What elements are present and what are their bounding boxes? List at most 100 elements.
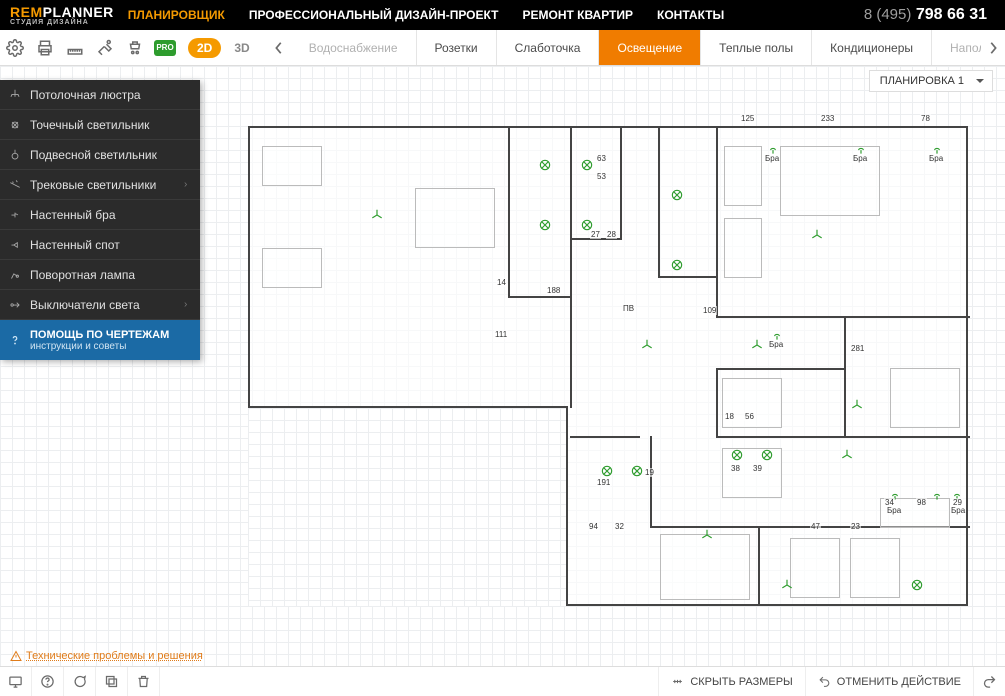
- light-fixture[interactable]: [640, 338, 654, 352]
- furniture: [890, 368, 960, 428]
- wall: [508, 296, 570, 298]
- tool-help[interactable]: ПОМОЩЬ ПО ЧЕРТЕЖАМ инструкции и советы: [0, 320, 200, 360]
- canvas[interactable]: ПЛАНИРОВКА 1 Потолочная люстра Точечный …: [0, 66, 1005, 666]
- swivel-icon: [0, 268, 30, 282]
- copy-icon[interactable]: [96, 667, 128, 696]
- tech-issues-link[interactable]: Технические проблемы и решения: [10, 650, 203, 662]
- tool-wallspot[interactable]: Настенный спот: [0, 230, 200, 260]
- brand-prefix: REM: [10, 4, 43, 20]
- tab-heating[interactable]: Теплые полы: [701, 30, 812, 65]
- chandelier-icon: [0, 88, 30, 102]
- tool-label: Выключатели света: [30, 298, 184, 312]
- marketplace-icon[interactable]: [120, 30, 150, 66]
- tools-icon[interactable]: [90, 30, 120, 66]
- tool-pendant[interactable]: Подвесной светильник: [0, 140, 200, 170]
- nav-contacts[interactable]: КОНТАКТЫ: [657, 8, 724, 22]
- wall: [650, 436, 652, 528]
- dim-label: 19: [644, 468, 655, 477]
- dim-label: Бра: [768, 340, 784, 349]
- light-fixture[interactable]: [760, 448, 774, 462]
- nav-planner[interactable]: ПЛАНИРОВЩИК: [128, 8, 225, 22]
- chat-icon[interactable]: [64, 667, 96, 696]
- light-fixture[interactable]: [730, 448, 744, 462]
- wall: [716, 368, 718, 438]
- system-tabs: Водоснабжение Розетки Слаботочка Освещен…: [291, 30, 981, 65]
- light-fixture[interactable]: [670, 188, 684, 202]
- tool-swivel[interactable]: Поворотная лампа: [0, 260, 200, 290]
- light-fixture[interactable]: [840, 448, 854, 462]
- nav-renovation[interactable]: РЕМОНТ КВАРТИР: [522, 8, 633, 22]
- redo-icon[interactable]: [973, 667, 1005, 696]
- furniture: [262, 248, 322, 288]
- wall: [716, 368, 846, 370]
- dim-label: 32: [614, 522, 625, 531]
- tool-sconce[interactable]: Настенный бра: [0, 200, 200, 230]
- ruler-icon[interactable]: [60, 30, 90, 66]
- tabs-scroll-left[interactable]: [267, 30, 291, 65]
- tool-spotlight[interactable]: Точечный светильник: [0, 110, 200, 140]
- light-fixture[interactable]: [850, 398, 864, 412]
- furniture: [660, 534, 750, 600]
- tabs-scroll-right[interactable]: [981, 30, 1005, 65]
- help-sub: инструкции и советы: [30, 341, 194, 352]
- dim-label: 94: [588, 522, 599, 531]
- brand-logo[interactable]: REMPLANNER СТУДИЯ ДИЗАЙНА: [0, 5, 128, 26]
- light-fixture[interactable]: [370, 208, 384, 222]
- light-fixture[interactable]: [580, 158, 594, 172]
- dim-label: 109: [702, 306, 717, 315]
- tab-sockets[interactable]: Розетки: [417, 30, 497, 65]
- light-fixture[interactable]: [700, 528, 714, 542]
- brand-suffix: PLANNER: [43, 4, 114, 20]
- track-icon: [0, 178, 30, 192]
- dim-label: 28: [606, 230, 617, 239]
- tool-label: Потолочная люстра: [30, 88, 200, 102]
- tool-switches[interactable]: Выключатели света ›: [0, 290, 200, 320]
- fullscreen-icon[interactable]: [0, 667, 32, 696]
- furniture: [415, 188, 495, 248]
- toolbar-icons: PRO: [0, 30, 180, 65]
- wall: [716, 436, 970, 438]
- footer-right: СКРЫТЬ РАЗМЕРЫ ОТМЕНИТЬ ДЕЙСТВИЕ: [658, 667, 1005, 696]
- furniture: [724, 218, 762, 278]
- view-2d[interactable]: 2D: [188, 38, 221, 58]
- help-icon: [0, 333, 30, 347]
- phone-number[interactable]: 8 (495) 798 66 31: [864, 6, 1005, 24]
- light-fixture[interactable]: [670, 258, 684, 272]
- light-fixture[interactable]: [910, 578, 924, 592]
- wall: [508, 128, 510, 298]
- light-fixture[interactable]: [780, 578, 794, 592]
- light-fixture[interactable]: [810, 228, 824, 242]
- pro-badge[interactable]: PRO: [150, 30, 180, 66]
- tab-ac[interactable]: Кондиционеры: [812, 30, 932, 65]
- dim-label: 53: [596, 172, 607, 181]
- view-3d[interactable]: 3D: [225, 38, 258, 58]
- help-circle-icon[interactable]: [32, 667, 64, 696]
- print-icon[interactable]: [30, 30, 60, 66]
- tool-label: Поворотная лампа: [30, 268, 200, 282]
- light-fixture[interactable]: [600, 464, 614, 478]
- undo-button[interactable]: ОТМЕНИТЬ ДЕЙСТВИЕ: [805, 667, 973, 696]
- floorplan[interactable]: 125 233 78 63 53 27 28 14 188 111 109 28…: [248, 126, 968, 606]
- light-fixture[interactable]: [750, 338, 764, 352]
- trash-icon[interactable]: [128, 667, 160, 696]
- dim-label: Бра: [950, 506, 966, 515]
- tab-lighting[interactable]: Освещение: [599, 30, 701, 65]
- tab-lowcurrent[interactable]: Слаботочка: [497, 30, 600, 65]
- floorplan-cutout: [248, 406, 568, 606]
- sconce-icon: [0, 208, 30, 222]
- light-fixture[interactable]: [538, 158, 552, 172]
- nav-pro-design[interactable]: ПРОФЕССИОНАЛЬНЫЙ ДИЗАЙН-ПРОЕКТ: [249, 8, 499, 22]
- tool-track[interactable]: Трековые светильники ›: [0, 170, 200, 200]
- dim-label: 111: [494, 330, 508, 339]
- plan-selector[interactable]: ПЛАНИРОВКА 1: [869, 70, 993, 92]
- tab-flooring[interactable]: Напол: [932, 30, 981, 65]
- hide-sizes-button[interactable]: СКРЫТЬ РАЗМЕРЫ: [658, 667, 804, 696]
- tab-water[interactable]: Водоснабжение: [291, 30, 417, 65]
- light-fixture[interactable]: [538, 218, 552, 232]
- tool-chandelier[interactable]: Потолочная люстра: [0, 80, 200, 110]
- light-fixture[interactable]: [930, 488, 944, 502]
- dim-label: Бра: [928, 154, 944, 163]
- tool-label: Точечный светильник: [30, 118, 200, 132]
- light-fixture[interactable]: [630, 464, 644, 478]
- settings-icon[interactable]: [0, 30, 30, 66]
